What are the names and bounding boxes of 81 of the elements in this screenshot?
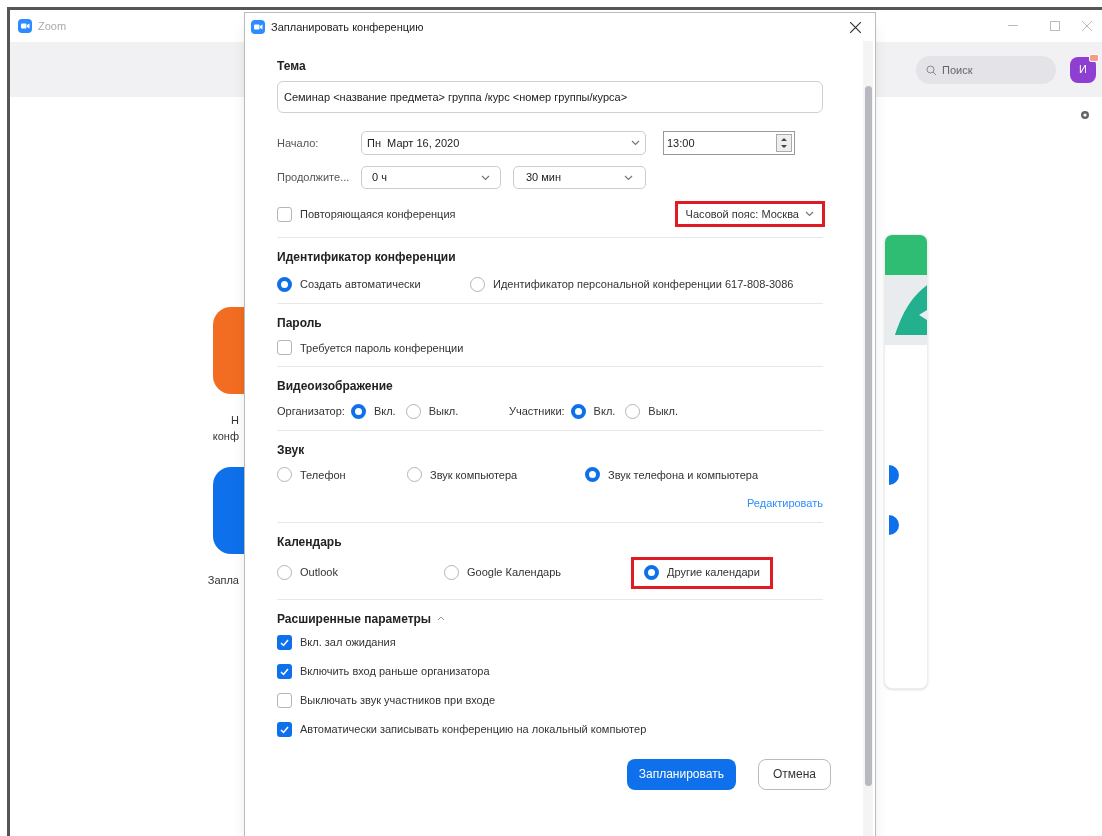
- radio-label: Звук телефона и компьютера: [608, 467, 758, 483]
- radio-label: Звук компьютера: [430, 467, 518, 483]
- search-icon: [926, 64, 937, 76]
- radio-label: Outlook: [300, 565, 338, 581]
- maximize-icon[interactable]: [1050, 21, 1060, 31]
- settings-icon[interactable]: [1079, 109, 1091, 121]
- radio-button[interactable]: [405, 403, 421, 419]
- radio-button[interactable]: [277, 565, 292, 580]
- radio-label: Создать автоматически: [300, 277, 421, 292]
- section-title: Календарь: [277, 533, 343, 551]
- radio-label: Другие календари: [667, 565, 760, 581]
- radio-label: Телефон: [300, 467, 346, 483]
- checkmark-icon: [280, 667, 289, 676]
- button-edge-icon: [889, 515, 899, 535]
- camera-logo-icon: [251, 20, 265, 34]
- radio-label: Выкл.: [648, 404, 678, 419]
- radio-label: Вкл.: [373, 404, 396, 419]
- radio-label: Идентификатор персональной конференции 617-808-3086: [493, 277, 794, 292]
- checkbox[interactable]: [277, 635, 292, 650]
- checkbox-label: Включить вход раньше организатора: [300, 664, 490, 680]
- chevron-down-icon: [805, 211, 814, 217]
- notification-badge-icon: [1089, 53, 1099, 62]
- checkmark-icon: [280, 638, 289, 647]
- hours-dropdown[interactable]: 0 ч: [361, 166, 501, 189]
- checkbox[interactable]: [277, 340, 292, 356]
- time-field[interactable]: 13:00: [663, 131, 795, 155]
- checkbox-label: Повторяющаяся конференция: [300, 206, 456, 222]
- section-title: Пароль: [277, 314, 323, 332]
- checkbox[interactable]: [277, 664, 292, 679]
- checkbox[interactable]: [277, 693, 292, 708]
- chevron-down-icon: [481, 174, 490, 181]
- spinner-icon[interactable]: [776, 134, 792, 152]
- section-title: Звук: [277, 441, 306, 459]
- radio-label: Google Календарь: [467, 565, 562, 581]
- chevron-down-icon: [631, 140, 640, 146]
- avatar[interactable]: И: [1070, 56, 1096, 83]
- camera-logo-icon: [18, 19, 32, 33]
- radio-button[interactable]: [277, 467, 292, 483]
- tile-label: конф: [212, 429, 239, 444]
- tile-label: Н: [231, 413, 239, 428]
- field-label: Продолжите...: [277, 170, 351, 186]
- group-label: Участники:: [509, 404, 565, 419]
- topic-field[interactable]: Семинар <название предмета> группа /курс <номер группы/курса>: [277, 81, 823, 113]
- radio-button[interactable]: [350, 403, 366, 419]
- section-title: Идентификатор конференции: [277, 249, 457, 266]
- dialog-title: Запланировать конференцию: [271, 19, 424, 35]
- group-label: Организатор:: [277, 404, 345, 419]
- radio-button[interactable]: [625, 403, 641, 419]
- checkbox-label: Вкл. зал ожидания: [300, 635, 396, 651]
- radio-button[interactable]: [570, 403, 586, 419]
- minimize-icon[interactable]: [1008, 25, 1018, 27]
- field-label: Начало:: [277, 135, 320, 151]
- section-title: Расширенные параметры: [277, 610, 432, 628]
- chevron-up-icon[interactable]: [437, 616, 446, 621]
- schedule-button[interactable]: Запланировать: [626, 758, 736, 790]
- radio-label: Выкл.: [428, 404, 459, 419]
- minutes-dropdown[interactable]: 30 мин: [513, 166, 646, 189]
- section-title: Тема: [277, 58, 307, 75]
- timezone-dropdown[interactable]: Часовой пояс: Москва: [674, 201, 825, 227]
- checkmark-icon: [280, 725, 289, 734]
- radio-button[interactable]: [407, 467, 422, 483]
- checkbox-label: Выключать звук участников при входе: [300, 693, 496, 709]
- search-field[interactable]: Поиск: [916, 55, 1056, 84]
- section-title: Видеоизображение: [277, 378, 394, 395]
- checkbox-label: Автоматически записывать конференцию на локальный компьютер: [300, 722, 647, 738]
- radio-button[interactable]: [470, 276, 485, 292]
- checkbox-label: Требуется пароль конференции: [300, 340, 464, 356]
- app-title: Zoom: [38, 18, 67, 34]
- tile-label: Запла: [207, 573, 239, 588]
- date-dropdown[interactable]: Пн Март 16, 2020: [361, 131, 646, 155]
- radio-button[interactable]: [585, 467, 600, 483]
- radio-label: Вкл.: [593, 404, 616, 419]
- cancel-button[interactable]: Отмена: [757, 758, 831, 790]
- checkbox[interactable]: [277, 206, 292, 222]
- chevron-down-icon: [624, 174, 633, 181]
- radio-button[interactable]: [644, 565, 659, 580]
- checkbox[interactable]: [277, 722, 292, 737]
- close-icon[interactable]: [850, 21, 861, 33]
- button-edge-icon: [889, 465, 899, 485]
- radio-button[interactable]: [277, 276, 292, 292]
- radio-button[interactable]: [444, 565, 459, 580]
